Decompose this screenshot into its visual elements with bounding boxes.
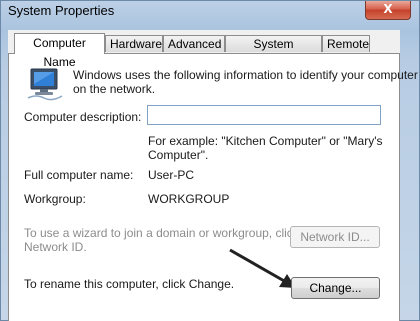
tab-system-protection[interactable]: System Protection xyxy=(225,35,322,68)
full-computer-name-label: Full computer name: xyxy=(24,168,134,182)
example-text-line1: For example: "Kitchen Computer" or "Mary… xyxy=(148,134,383,148)
workgroup-value: WORKGROUP xyxy=(148,192,230,206)
example-text-line2: Computer". xyxy=(148,148,209,162)
tab-remote[interactable]: Remote xyxy=(322,35,370,52)
change-button[interactable]: Change... xyxy=(291,277,380,299)
computer-description-label: Computer description: xyxy=(24,110,142,124)
intro-text-line1: Windows uses the following information t… xyxy=(73,68,418,82)
full-computer-name-value: User-PC xyxy=(148,168,195,182)
computer-network-icon xyxy=(26,67,64,101)
wizard-text-line2: Network ID. xyxy=(24,240,87,254)
tab-advanced[interactable]: Advanced xyxy=(163,35,225,52)
tab-hardware[interactable]: Hardware xyxy=(105,35,163,52)
wizard-text-line1: To use a wizard to join a domain or work… xyxy=(24,226,299,240)
close-button[interactable]: X xyxy=(365,1,411,20)
workgroup-label: Workgroup: xyxy=(24,192,86,206)
computer-description-input[interactable] xyxy=(147,105,381,125)
intro-text-line2: on the network. xyxy=(73,82,156,96)
window-title: System Properties xyxy=(8,3,115,18)
rename-text: To rename this computer, click Change. xyxy=(24,277,235,291)
tab-computer-name[interactable]: Computer Name xyxy=(14,33,105,69)
